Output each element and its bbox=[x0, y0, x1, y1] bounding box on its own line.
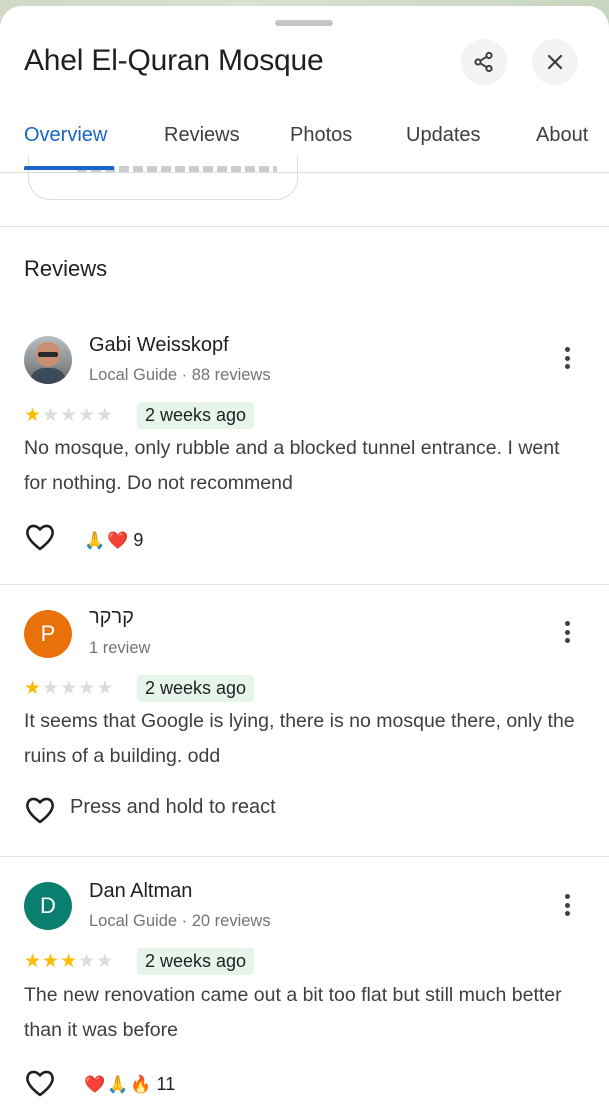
avatar[interactable]: P bbox=[24, 610, 72, 658]
reaction-count: 9 bbox=[133, 530, 144, 550]
reviewer-name[interactable]: קרקר bbox=[89, 606, 134, 629]
tab-bar: Overview Reviews Photos Updates About bbox=[0, 116, 609, 172]
share-icon bbox=[474, 51, 493, 73]
review-text: It seems that Google is lying, there is … bbox=[24, 710, 575, 767]
pray-emoji-icon: 🙏 bbox=[107, 1074, 129, 1094]
reviews-section-title: Reviews bbox=[24, 256, 108, 281]
heart-outline-icon[interactable] bbox=[24, 522, 56, 552]
close-button[interactable] bbox=[532, 39, 578, 85]
avatar-letter: D bbox=[40, 893, 56, 918]
star-rating: ★ ★ ★ ★ ★ bbox=[24, 406, 113, 426]
star-filled-icon: ★ bbox=[24, 678, 42, 699]
more-vert-icon bbox=[564, 347, 570, 352]
more-options-button[interactable] bbox=[555, 890, 579, 920]
star-rating: ★ ★ ★ ★ ★ bbox=[24, 679, 113, 699]
review-time-badge: 2 weeks ago bbox=[137, 402, 255, 429]
star-empty-icon: ★ bbox=[42, 405, 60, 426]
tab-photos[interactable]: Photos bbox=[290, 124, 352, 147]
tabs-divider bbox=[0, 172, 609, 173]
heart-emoji-icon: ❤️ bbox=[84, 1074, 106, 1094]
review-time-badge: 2 weeks ago bbox=[137, 948, 255, 975]
more-options-button[interactable] bbox=[555, 343, 579, 373]
review-divider bbox=[0, 856, 609, 857]
heart-outline-icon[interactable] bbox=[24, 795, 56, 825]
star-filled-icon: ★ bbox=[42, 951, 60, 972]
place-title: Ahel El-Quran Mosque bbox=[24, 44, 324, 77]
place-bottom-sheet: Ahel El-Quran Mosque Overview Reviews Ph… bbox=[0, 6, 609, 1105]
avatar-shirt bbox=[30, 368, 66, 384]
heart-outline-icon[interactable] bbox=[24, 1068, 56, 1098]
avatar-sunglasses bbox=[38, 352, 58, 357]
review-divider bbox=[0, 584, 609, 585]
react-prompt[interactable]: Press and hold to react bbox=[70, 796, 276, 819]
reviewer-meta: Local Guide · 88 reviews bbox=[89, 366, 271, 384]
tab-about[interactable]: About bbox=[536, 124, 588, 147]
close-icon bbox=[547, 54, 563, 70]
reaction-summary[interactable]: 🙏 ❤️ 9 bbox=[84, 530, 143, 551]
tab-overview[interactable]: Overview bbox=[24, 124, 107, 147]
more-vert-icon bbox=[564, 621, 570, 626]
star-empty-icon: ★ bbox=[78, 678, 96, 699]
star-empty-icon: ★ bbox=[96, 678, 114, 699]
reviewer-name[interactable]: Gabi Weisskopf bbox=[89, 334, 229, 357]
fire-emoji-icon: 🔥 bbox=[130, 1074, 152, 1094]
more-vert-icon bbox=[564, 894, 570, 899]
active-tab-indicator bbox=[24, 166, 114, 170]
review-text: The new renovation came out a bit too fl… bbox=[24, 984, 562, 1041]
star-filled-icon: ★ bbox=[60, 951, 78, 972]
star-empty-icon: ★ bbox=[96, 405, 114, 426]
reviewer-meta: Local Guide · 20 reviews bbox=[89, 912, 271, 930]
drag-handle[interactable] bbox=[275, 20, 333, 26]
avatar[interactable]: D bbox=[24, 882, 72, 930]
share-button[interactable] bbox=[461, 39, 507, 85]
star-filled-icon: ★ bbox=[24, 951, 42, 972]
star-filled-icon: ★ bbox=[24, 405, 42, 426]
section-divider bbox=[0, 226, 609, 227]
tab-reviews[interactable]: Reviews bbox=[164, 124, 240, 147]
star-rating: ★ ★ ★ ★ ★ bbox=[24, 952, 113, 972]
star-empty-icon: ★ bbox=[60, 678, 78, 699]
pray-emoji-icon: 🙏 bbox=[84, 530, 106, 550]
heart-emoji-icon: ❤️ bbox=[107, 530, 129, 550]
reviewer-meta: 1 review bbox=[89, 639, 151, 657]
star-empty-icon: ★ bbox=[42, 678, 60, 699]
tab-updates[interactable]: Updates bbox=[406, 124, 481, 147]
reviewer-name[interactable]: Dan Altman bbox=[89, 880, 192, 903]
review-time-badge: 2 weeks ago bbox=[137, 675, 255, 702]
more-options-button[interactable] bbox=[555, 617, 579, 647]
review-text: No mosque, only rubble and a blocked tun… bbox=[24, 437, 560, 494]
star-empty-icon: ★ bbox=[78, 405, 96, 426]
reaction-summary[interactable]: ❤️ 🙏 🔥 11 bbox=[84, 1074, 175, 1095]
reaction-count: 11 bbox=[156, 1074, 176, 1094]
star-empty-icon: ★ bbox=[78, 951, 96, 972]
star-empty-icon: ★ bbox=[60, 405, 78, 426]
avatar[interactable] bbox=[24, 336, 72, 384]
avatar-letter: P bbox=[40, 621, 56, 646]
star-empty-icon: ★ bbox=[96, 951, 114, 972]
